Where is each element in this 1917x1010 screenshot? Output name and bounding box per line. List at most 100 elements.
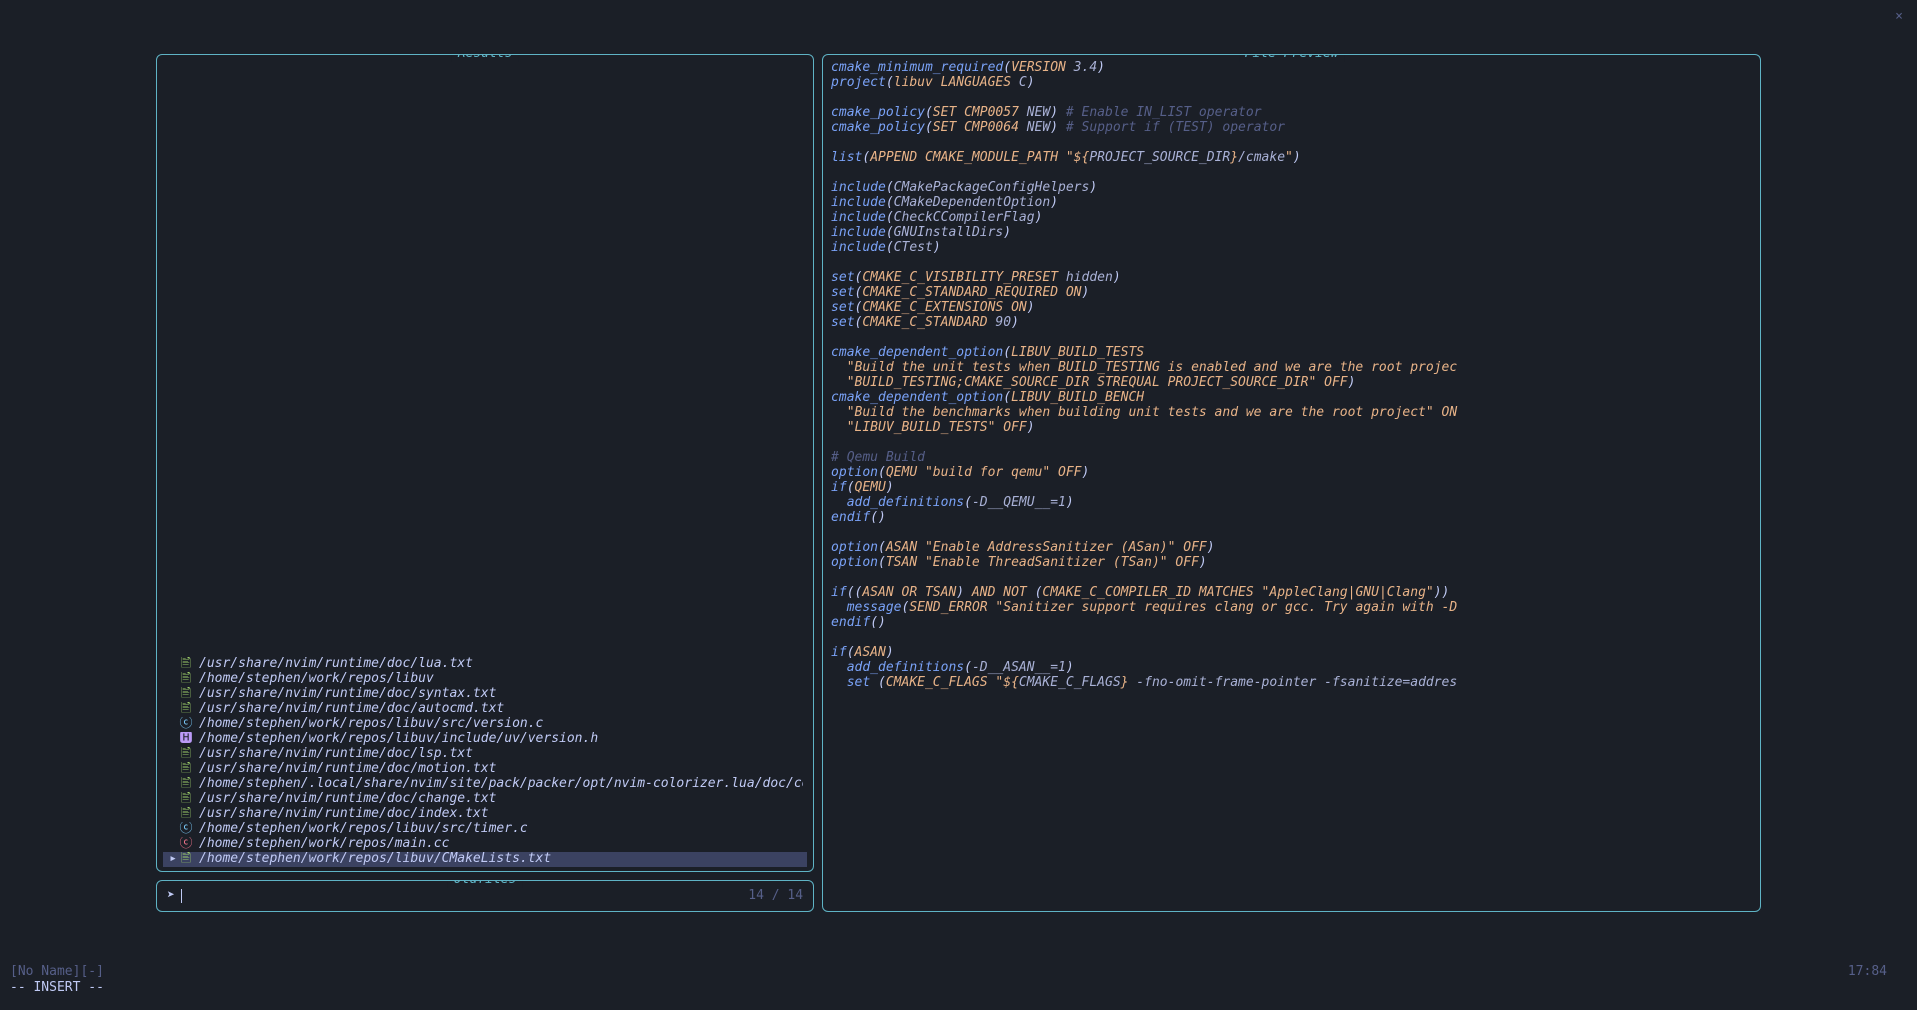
status-buffer-name: [No Name][-] bbox=[10, 965, 104, 980]
result-row[interactable]: 🖹 /usr/share/nvim/runtime/doc/index.txt bbox=[163, 807, 807, 822]
prompt-panel[interactable]: Oldfiles ➤ 14 / 14 bbox=[156, 880, 814, 912]
code-line: set(CMAKE_C_EXTENSIONS ON) bbox=[831, 301, 1752, 316]
code-line: if((ASAN OR TSAN) AND NOT (CMAKE_C_COMPI… bbox=[831, 586, 1752, 601]
file-path: /home/stephen/work/repos/libuv/include/u… bbox=[199, 732, 598, 747]
filetype-icon: 🖹 bbox=[179, 807, 193, 822]
result-row[interactable]: ▸🖹 /home/stephen/work/repos/libuv/CMakeLi… bbox=[163, 852, 807, 867]
code-line: if(ASAN) bbox=[831, 646, 1752, 661]
code-line: list(APPEND CMAKE_MODULE_PATH "${PROJECT… bbox=[831, 151, 1752, 166]
code-line: option(QEMU "build for qemu" OFF) bbox=[831, 466, 1752, 481]
filetype-icon: 🖹 bbox=[179, 687, 193, 702]
filetype-icon: 🖹 bbox=[179, 672, 193, 687]
filetype-icon: 🖹 bbox=[179, 762, 193, 777]
filetype-icon: ⓒ bbox=[179, 837, 193, 852]
code-line: set(CMAKE_C_VISIBILITY_PRESET hidden) bbox=[831, 271, 1752, 286]
code-line bbox=[831, 256, 1752, 271]
file-path: /usr/share/nvim/runtime/doc/lsp.txt bbox=[199, 747, 473, 762]
filetype-icon: 🖹 bbox=[179, 657, 193, 672]
filetype-icon: ⓒ bbox=[179, 717, 193, 732]
result-row[interactable]: 🖹 /usr/share/nvim/runtime/doc/lsp.txt bbox=[163, 747, 807, 762]
result-row[interactable]: 🖹 /home/stephen/.local/share/nvim/site/pa… bbox=[163, 777, 807, 792]
result-row[interactable]: 🖹 /usr/share/nvim/runtime/doc/change.txt bbox=[163, 792, 807, 807]
result-row[interactable]: 🅷 /home/stephen/work/repos/libuv/include/… bbox=[163, 732, 807, 747]
prompt-title: Oldfiles bbox=[448, 880, 523, 888]
file-path: /home/stephen/work/repos/libuv/CMakeList… bbox=[199, 852, 551, 867]
result-row[interactable]: 🖹 /usr/share/nvim/runtime/doc/lua.txt bbox=[163, 657, 807, 672]
prompt-icon: ➤ bbox=[167, 889, 175, 904]
code-line: option(ASAN "Enable AddressSanitizer (AS… bbox=[831, 541, 1752, 556]
code-line: cmake_policy(SET CMP0057 NEW) # Enable I… bbox=[831, 106, 1752, 121]
code-line bbox=[831, 166, 1752, 181]
file-path: /usr/share/nvim/runtime/doc/autocmd.txt bbox=[199, 702, 504, 717]
code-line: include(CheckCCompilerFlag) bbox=[831, 211, 1752, 226]
status-cursor-pos: 17:84 bbox=[1848, 965, 1887, 980]
code-line: message(SEND_ERROR "Sanitizer support re… bbox=[831, 601, 1752, 616]
code-line bbox=[831, 526, 1752, 541]
file-path: /home/stephen/work/repos/main.cc bbox=[199, 837, 449, 852]
filetype-icon: 🖹 bbox=[179, 777, 193, 792]
code-line: "BUILD_TESTING;CMAKE_SOURCE_DIR STREQUAL… bbox=[831, 376, 1752, 391]
results-panel: Results 🖹 /usr/share/nvim/runtime/doc/lua… bbox=[156, 54, 814, 872]
telescope-workspace: Results 🖹 /usr/share/nvim/runtime/doc/lua… bbox=[156, 54, 1761, 912]
code-line: set(CMAKE_C_STANDARD_REQUIRED ON) bbox=[831, 286, 1752, 301]
file-path: /usr/share/nvim/runtime/doc/change.txt bbox=[199, 792, 496, 807]
code-line: cmake_minimum_required(VERSION 3.4) bbox=[831, 61, 1752, 76]
result-row[interactable]: 🖹/usr/share/nvim/runtime/doc/autocmd.txt bbox=[163, 702, 807, 717]
code-line: cmake_dependent_option(LIBUV_BUILD_TESTS bbox=[831, 346, 1752, 361]
code-line: endif() bbox=[831, 616, 1752, 631]
code-line: set(CMAKE_C_STANDARD 90) bbox=[831, 316, 1752, 331]
file-path: /usr/share/nvim/runtime/doc/motion.txt bbox=[199, 762, 496, 777]
result-row[interactable]: ⓒ /home/stephen/work/repos/libuv/src/time… bbox=[163, 822, 807, 837]
result-row[interactable]: ⓒ /home/stephen/work/repos/libuv/src/vers… bbox=[163, 717, 807, 732]
code-line: set (CMAKE_C_FLAGS "${CMAKE_C_FLAGS} -fn… bbox=[831, 676, 1752, 691]
filetype-icon: 🖹 bbox=[179, 747, 193, 762]
results-list[interactable]: 🖹 /usr/share/nvim/runtime/doc/lua.txt 🖹 /h… bbox=[163, 657, 807, 867]
code-line: project(libuv LANGUAGES C) bbox=[831, 76, 1752, 91]
filetype-icon: ⓒ bbox=[179, 822, 193, 837]
code-line: "Build the benchmarks when building unit… bbox=[831, 406, 1752, 421]
filetype-icon: 🅷 bbox=[179, 732, 193, 747]
code-line: include(GNUInstallDirs) bbox=[831, 226, 1752, 241]
code-line bbox=[831, 436, 1752, 451]
results-title: Results bbox=[452, 54, 519, 62]
selection-arrow-icon: ▸ bbox=[167, 852, 179, 867]
code-line: include(CTest) bbox=[831, 241, 1752, 256]
result-counter: 14 / 14 bbox=[748, 889, 803, 904]
code-line: include(CMakeDependentOption) bbox=[831, 196, 1752, 211]
code-line bbox=[831, 571, 1752, 586]
file-path: /usr/share/nvim/runtime/doc/index.txt bbox=[199, 807, 489, 822]
close-icon[interactable]: × bbox=[1895, 10, 1903, 25]
file-path: /home/stephen/work/repos/libuv/src/timer… bbox=[199, 822, 528, 837]
code-line: add_definitions(-D__QEMU__=1) bbox=[831, 496, 1752, 511]
code-line: include(CMakePackageConfigHelpers) bbox=[831, 181, 1752, 196]
preview-title: File Preview bbox=[1239, 54, 1345, 62]
code-line: endif() bbox=[831, 511, 1752, 526]
code-line: add_definitions(-D__ASAN__=1) bbox=[831, 661, 1752, 676]
prompt-cursor[interactable] bbox=[181, 889, 182, 903]
code-line bbox=[831, 331, 1752, 346]
file-path: /usr/share/nvim/runtime/doc/syntax.txt bbox=[199, 687, 496, 702]
preview-body[interactable]: cmake_minimum_required(VERSION 3.4)proje… bbox=[823, 55, 1760, 911]
file-path: /home/stephen/work/repos/libuv bbox=[199, 672, 434, 687]
code-line bbox=[831, 136, 1752, 151]
code-line: cmake_policy(SET CMP0064 NEW) # Support … bbox=[831, 121, 1752, 136]
preview-panel: File Preview cmake_minimum_required(VERS… bbox=[822, 54, 1761, 912]
code-line: # Qemu Build bbox=[831, 451, 1752, 466]
file-path: /usr/share/nvim/runtime/doc/lua.txt bbox=[199, 657, 473, 672]
code-line: "Build the unit tests when BUILD_TESTING… bbox=[831, 361, 1752, 376]
result-row[interactable]: 🖹 /usr/share/nvim/runtime/doc/syntax.txt bbox=[163, 687, 807, 702]
code-line bbox=[831, 91, 1752, 106]
code-line: cmake_dependent_option(LIBUV_BUILD_BENCH bbox=[831, 391, 1752, 406]
file-path: /home/stephen/.local/share/nvim/site/pac… bbox=[199, 777, 803, 792]
code-line bbox=[831, 631, 1752, 646]
result-row[interactable]: 🖹 /home/stephen/work/repos/libuv bbox=[163, 672, 807, 687]
result-row[interactable]: 🖹 /usr/share/nvim/runtime/doc/motion.txt bbox=[163, 762, 807, 777]
code-line: "LIBUV_BUILD_TESTS" OFF) bbox=[831, 421, 1752, 436]
code-line: option(TSAN "Enable ThreadSanitizer (TSa… bbox=[831, 556, 1752, 571]
filetype-icon: 🖹 bbox=[179, 792, 193, 807]
file-path: /home/stephen/work/repos/libuv/src/versi… bbox=[199, 717, 543, 732]
filetype-icon: 🖹 bbox=[179, 852, 193, 867]
status-mode: -- INSERT -- bbox=[10, 981, 104, 996]
result-row[interactable]: ⓒ /home/stephen/work/repos/main.cc bbox=[163, 837, 807, 852]
code-line: if(QEMU) bbox=[831, 481, 1752, 496]
